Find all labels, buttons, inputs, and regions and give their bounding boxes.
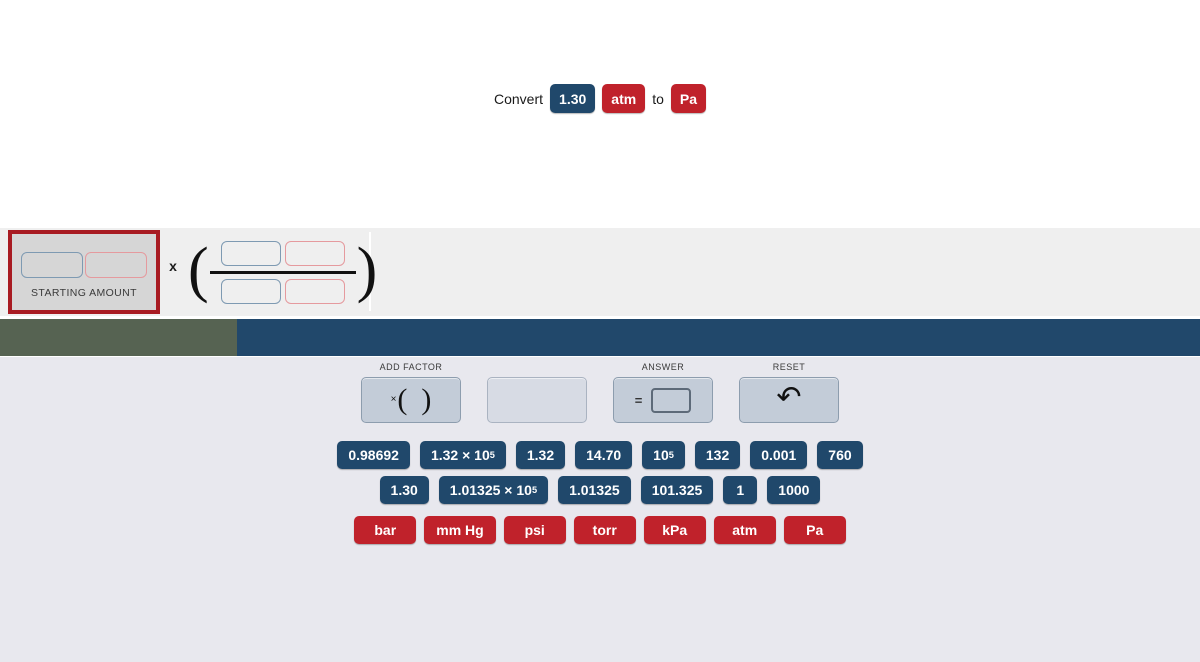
reset-label: RESET [772,362,806,372]
progress-bar-navy [237,319,1200,356]
tool-add-factor: ADD FACTOR × ( ) [361,362,461,423]
unit-tile[interactable]: bar [354,516,417,544]
number-tile[interactable]: 1.01325 × 10 5 [438,476,549,504]
right-parenthesis-icon: ) [356,235,378,304]
number-tile[interactable]: 101.325 [640,476,714,504]
unit-tile[interactable]: mm Hg [424,516,496,544]
conversion-factor-cell[interactable]: ( ) [188,230,377,314]
answer-value-slot[interactable] [651,387,692,413]
conversion-exercise-app: Convert 1.30 atm to Pa STARTING AMOUNT x… [0,0,1200,662]
right-paren-icon: ) [421,383,432,416]
fraction-bar [209,270,356,274]
denominator-unit-slot[interactable] [284,278,345,304]
number-tile[interactable]: 1.32 [515,441,566,469]
empty-slot-button [487,377,587,423]
add-factor-button[interactable]: × ( ) [361,377,461,423]
prompt-from-unit-tile[interactable]: atm [602,84,646,113]
starting-amount-slots [21,252,147,278]
denominator-value-slot[interactable] [220,278,281,304]
number-tile-row-2: 1.30 1.01325 × 10 5 1.01325 101.325 1 1000 [0,476,1200,504]
prompt-connector-word: to [652,90,664,107]
unit-tile[interactable]: kPa [643,516,706,544]
tool-answer: ANSWER = [613,362,713,423]
number-tile-row-1: 0.98692 1.32 × 10 5 1.32 14.70 10 5 132 0.001 760 [0,441,1200,469]
starting-amount-value-slot[interactable] [21,252,83,278]
add-factor-label: ADD FACTOR [379,362,443,372]
undo-arrow-icon: ↶ [776,381,802,414]
starting-amount-unit-slot[interactable] [85,252,147,278]
left-paren-icon: ( [397,383,408,416]
number-tile[interactable]: 14.70 [575,441,633,469]
reset-button[interactable]: ↶ [739,377,839,423]
tile-bank: 0.98692 1.32 × 10 5 1.32 14.70 10 5 132 0.001 760… [0,441,1200,551]
numerator-unit-slot[interactable] [284,240,345,266]
number-tile[interactable]: 1.30 [379,476,429,504]
starting-amount-label: STARTING AMOUNT [31,287,137,299]
number-tile[interactable]: 1 [723,476,758,504]
number-tile[interactable]: 132 [694,441,741,469]
multiply-operator: x [169,258,177,274]
conversion-prompt: Convert 1.30 atm to Pa [0,84,1200,113]
progress-bar-green [0,319,237,356]
tool-empty-slot [487,362,587,423]
prompt-lead-word: Convert [494,90,544,107]
equals-icon: = [634,392,643,408]
number-tile[interactable]: 0.001 [750,441,808,469]
number-tile[interactable]: 1.32 × 10 5 [419,441,506,469]
unit-tile-row: bar mm Hg psi torr kPa atm Pa [0,516,1200,544]
prompt-value-tile[interactable]: 1.30 [550,84,596,113]
unit-tile[interactable]: Pa [783,516,846,544]
number-tile[interactable]: 760 [817,441,863,469]
number-tile[interactable]: 1.01325 [558,476,631,504]
tool-button-row: ADD FACTOR × ( ) ANSWER = RESET ↶ [0,362,1200,423]
multiply-icon: × [390,393,397,405]
left-parenthesis-icon: ( [188,235,209,304]
tool-reset: RESET ↶ [739,362,839,423]
fraction-numerator [220,240,345,266]
fraction-denominator [220,278,345,304]
answer-button[interactable]: = [613,377,713,423]
answer-label: ANSWER [641,362,685,372]
number-tile[interactable]: 1000 [767,476,821,504]
starting-amount-cell[interactable]: STARTING AMOUNT [8,230,160,314]
unit-tile[interactable]: torr [573,516,636,544]
numerator-value-slot[interactable] [220,240,281,266]
unit-tile[interactable]: atm [713,516,776,544]
unit-tile[interactable]: psi [503,516,566,544]
number-tile[interactable]: 0.98692 [337,441,410,469]
prompt-to-unit-tile[interactable]: Pa [670,84,706,113]
number-tile[interactable]: 10 5 [642,441,685,469]
fraction [209,240,356,304]
